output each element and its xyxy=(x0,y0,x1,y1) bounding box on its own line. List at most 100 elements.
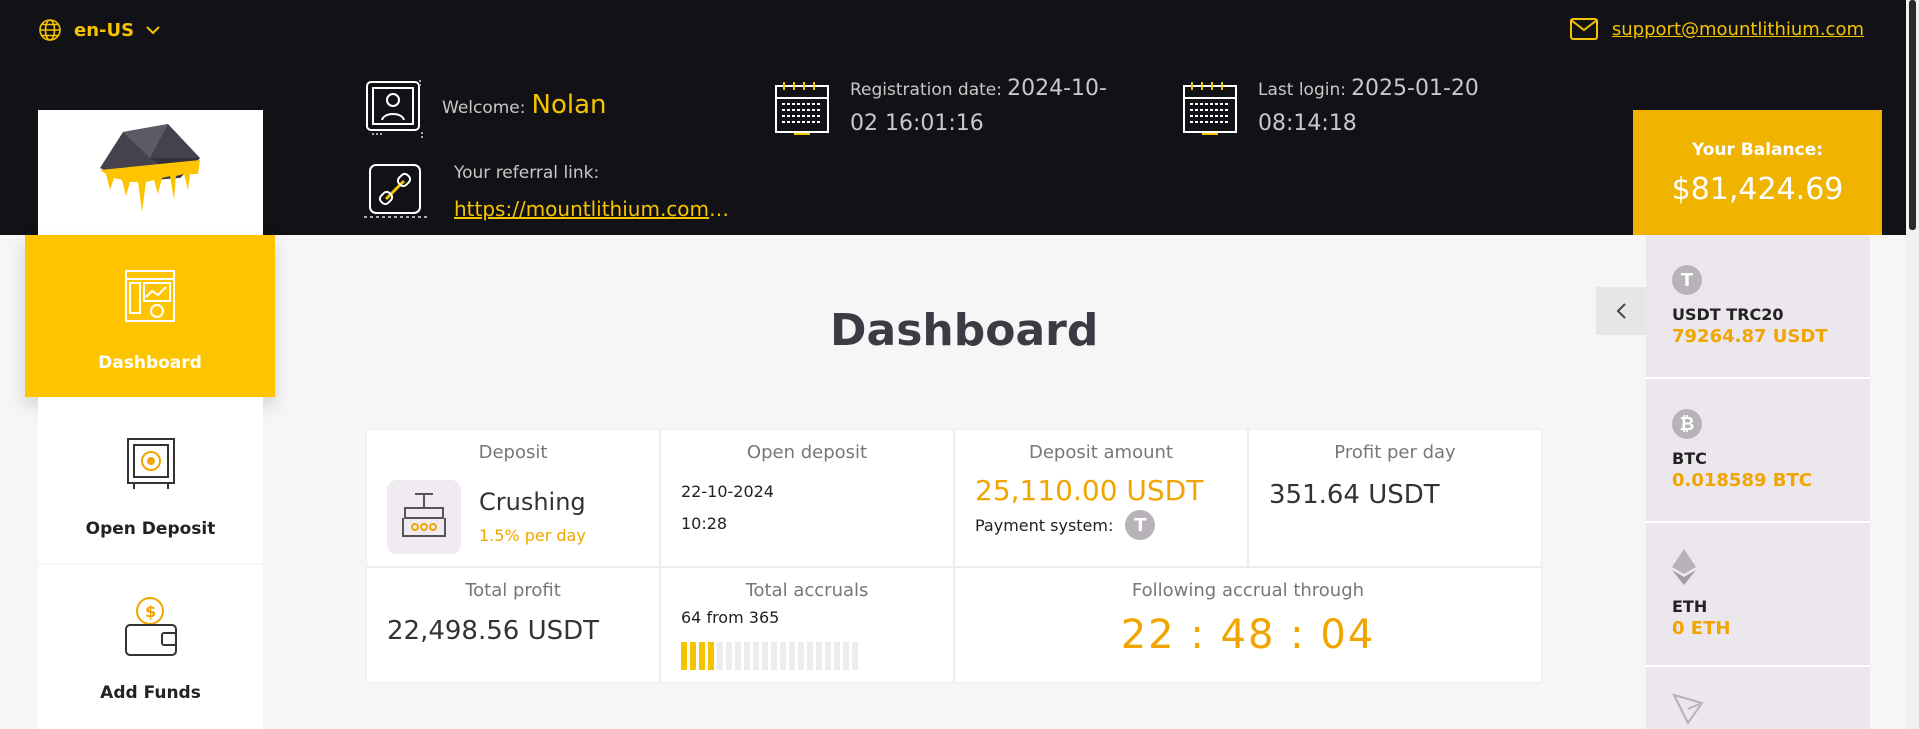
bitcoin-icon: ₿ xyxy=(1672,409,1702,439)
globe-icon xyxy=(39,19,61,41)
balance-card: Your Balance: $81,424.69 xyxy=(1633,110,1882,247)
progress-segment xyxy=(780,642,786,670)
crystal-logo-icon xyxy=(100,124,200,212)
svg-text:$: $ xyxy=(145,602,156,621)
calendar-icon xyxy=(1183,82,1237,135)
safe-icon xyxy=(126,438,175,489)
support-email-link[interactable]: support@mountlithium.com xyxy=(1612,19,1864,40)
wallet-item-btc[interactable]: ₿ BTC 0.018589 BTC xyxy=(1646,379,1870,523)
chevron-left-icon xyxy=(1616,303,1626,319)
scrollbar-thumb[interactable] xyxy=(1909,0,1916,230)
progress-segment xyxy=(690,642,696,670)
progress-segment xyxy=(807,642,813,670)
dashboard-icon xyxy=(125,270,175,322)
profit-per-day-card: Profit per day 351.64 USDT xyxy=(1248,429,1542,567)
open-deposit-date: 22-10-2024 xyxy=(681,482,774,501)
profit-per-day-header: Profit per day xyxy=(1334,442,1456,463)
progress-segment xyxy=(726,642,732,670)
wallet-panel-toggle[interactable] xyxy=(1596,287,1646,335)
language-selector[interactable]: en-US xyxy=(38,18,160,42)
progress-segment xyxy=(717,642,723,670)
registration-date: Registration date: 2024-10-02 16:01:16 xyxy=(850,72,1130,142)
plan-icon xyxy=(387,480,461,554)
open-deposit-header: Open deposit xyxy=(746,442,868,463)
accruals-progress-bar xyxy=(681,642,858,670)
plan-name: Crushing xyxy=(479,488,586,516)
language-label: en-US xyxy=(74,19,135,41)
profit-per-day-value: 351.64 USDT xyxy=(1269,480,1440,510)
progress-segment xyxy=(708,642,714,670)
balance-value: $81,424.69 xyxy=(1671,172,1844,207)
deposit-card: Deposit Crushing 1.5% per day xyxy=(366,429,660,567)
progress-segment xyxy=(762,642,768,670)
referral-label: Your referral link: xyxy=(454,163,600,183)
deposit-amount-header: Deposit amount xyxy=(1029,442,1173,463)
wallet-name: USDT TRC20 xyxy=(1672,305,1784,324)
tether-icon: T xyxy=(1672,265,1702,295)
wallet-item-usdt[interactable]: T USDT TRC20 79264.87 USDT xyxy=(1646,235,1870,379)
following-accrual-card: Following accrual through 22 : 48 : 04 xyxy=(954,567,1542,683)
progress-segment xyxy=(816,642,822,670)
sidebar-item-label: Add Funds xyxy=(100,683,201,703)
total-accruals-header: Total accruals xyxy=(745,580,869,601)
wallet-balance: 0 ETH xyxy=(1672,618,1731,639)
link-icon xyxy=(364,164,430,218)
user-profile-icon xyxy=(366,80,423,138)
open-deposit-time: 10:28 xyxy=(681,514,728,533)
page-title: Dashboard xyxy=(830,305,1099,356)
registration-label: Registration date: xyxy=(850,80,1002,100)
total-accruals-card: Total accruals 64 from 365 xyxy=(660,567,954,683)
wallet-coins-icon: $ xyxy=(124,597,177,656)
referral-block: Your referral link: https://mountlithium… xyxy=(454,163,734,221)
logo[interactable] xyxy=(38,110,263,235)
sidebar-item-add-funds[interactable]: $ Add Funds xyxy=(38,565,263,729)
last-login: Last login: 2025-01-20 08:14:18 xyxy=(1258,72,1518,142)
welcome-block: Welcome: Nolan xyxy=(442,90,607,120)
progress-segment xyxy=(825,642,831,670)
deposit-header: Deposit xyxy=(478,442,548,463)
countdown-separator: : xyxy=(1290,612,1321,658)
wallet-balance: 79264.87 USDT xyxy=(1672,326,1828,347)
referral-link[interactable]: https://mountlithium.com/?u… xyxy=(454,197,734,221)
following-accrual-header: Following accrual through xyxy=(1131,580,1365,601)
sidebar-item-label: Open Deposit xyxy=(85,519,216,539)
balance-label: Your Balance: xyxy=(1691,140,1824,160)
last-login-label: Last login: xyxy=(1258,80,1346,100)
deposit-amount-card: Deposit amount 25,110.00 USDT Payment sy… xyxy=(954,429,1248,567)
countdown-separator: : xyxy=(1190,612,1221,658)
progress-segment xyxy=(735,642,741,670)
total-accruals-text: 64 from 365 xyxy=(681,608,780,627)
open-deposit-card: Open deposit 22-10-2024 10:28 xyxy=(660,429,954,567)
wallet-balance: 0.018589 BTC xyxy=(1672,470,1812,491)
progress-segment xyxy=(834,642,840,670)
countdown-minutes: 48 xyxy=(1220,612,1276,658)
wallet-name: BTC xyxy=(1672,449,1707,468)
progress-segment xyxy=(744,642,750,670)
progress-segment xyxy=(789,642,795,670)
welcome-label: Welcome: xyxy=(442,98,526,118)
payment-system-label: Payment system: xyxy=(975,515,1114,535)
plan-rate: 1.5% per day xyxy=(479,526,586,545)
total-profit-card: Total profit 22,498.56 USDT xyxy=(366,567,660,683)
progress-segment xyxy=(681,642,687,670)
tether-icon: T xyxy=(1125,510,1156,540)
countdown-hours: 22 xyxy=(1120,612,1176,658)
countdown-seconds: 04 xyxy=(1320,612,1376,658)
wallet-name: ETH xyxy=(1672,597,1708,616)
page-scrollbar[interactable] xyxy=(1906,0,1919,729)
countdown-timer: 22 : 48 : 04 xyxy=(955,612,1541,658)
crusher-icon xyxy=(402,493,446,537)
username: Nolan xyxy=(531,90,607,120)
sidebar-item-label: Dashboard xyxy=(98,353,202,373)
sidebar-item-dashboard[interactable]: Dashboard xyxy=(25,235,275,397)
progress-segment xyxy=(753,642,759,670)
total-profit-header: Total profit xyxy=(465,580,561,601)
deposit-amount-value: 25,110.00 USDT xyxy=(975,474,1204,507)
chevron-down-icon xyxy=(146,26,160,35)
sidebar-item-open-deposit[interactable]: Open Deposit xyxy=(38,397,263,563)
mail-icon xyxy=(1569,18,1598,40)
wallet-item-eth[interactable]: ETH 0 ETH xyxy=(1646,523,1870,667)
wallet-item-tron[interactable] xyxy=(1646,667,1870,729)
progress-segment xyxy=(852,642,858,670)
progress-segment xyxy=(771,642,777,670)
